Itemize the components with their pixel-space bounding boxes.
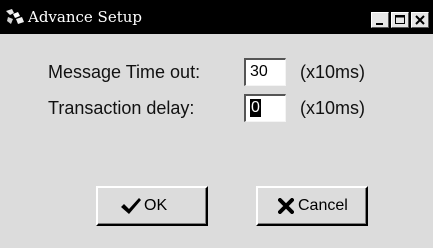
ok-button[interactable]: OK — [96, 186, 208, 226]
window-title: Advance Setup — [28, 8, 143, 26]
ok-button-label: OK — [144, 197, 168, 214]
transaction-delay-value: 0 — [250, 99, 261, 117]
cancel-button-label: Cancel — [298, 197, 348, 214]
message-timeout-unit: (x10ms) — [300, 62, 366, 82]
message-timeout-label: Message Time out: — [48, 62, 201, 82]
transaction-delay-unit: (x10ms) — [300, 98, 366, 118]
maximize-button[interactable] — [391, 12, 409, 28]
close-icon — [415, 15, 425, 25]
close-button[interactable] — [411, 12, 429, 28]
minimize-icon — [376, 23, 383, 25]
transaction-delay-input[interactable]: 0 — [244, 94, 286, 122]
message-timeout-value: 30 — [250, 63, 268, 80]
cancel-button[interactable]: Cancel — [256, 186, 368, 226]
maximize-icon — [395, 15, 405, 24]
transaction-delay-label: Transaction delay: — [48, 98, 195, 118]
advance-setup-dialog: Advance Setup Message Time out: 30 (x10m… — [0, 0, 433, 248]
x-icon — [278, 198, 294, 219]
title-bar[interactable]: Advance Setup — [0, 0, 433, 34]
app-icon — [4, 7, 26, 27]
message-timeout-input[interactable]: 30 — [244, 58, 286, 86]
checkmark-icon — [120, 196, 142, 221]
minimize-button[interactable] — [371, 12, 389, 28]
